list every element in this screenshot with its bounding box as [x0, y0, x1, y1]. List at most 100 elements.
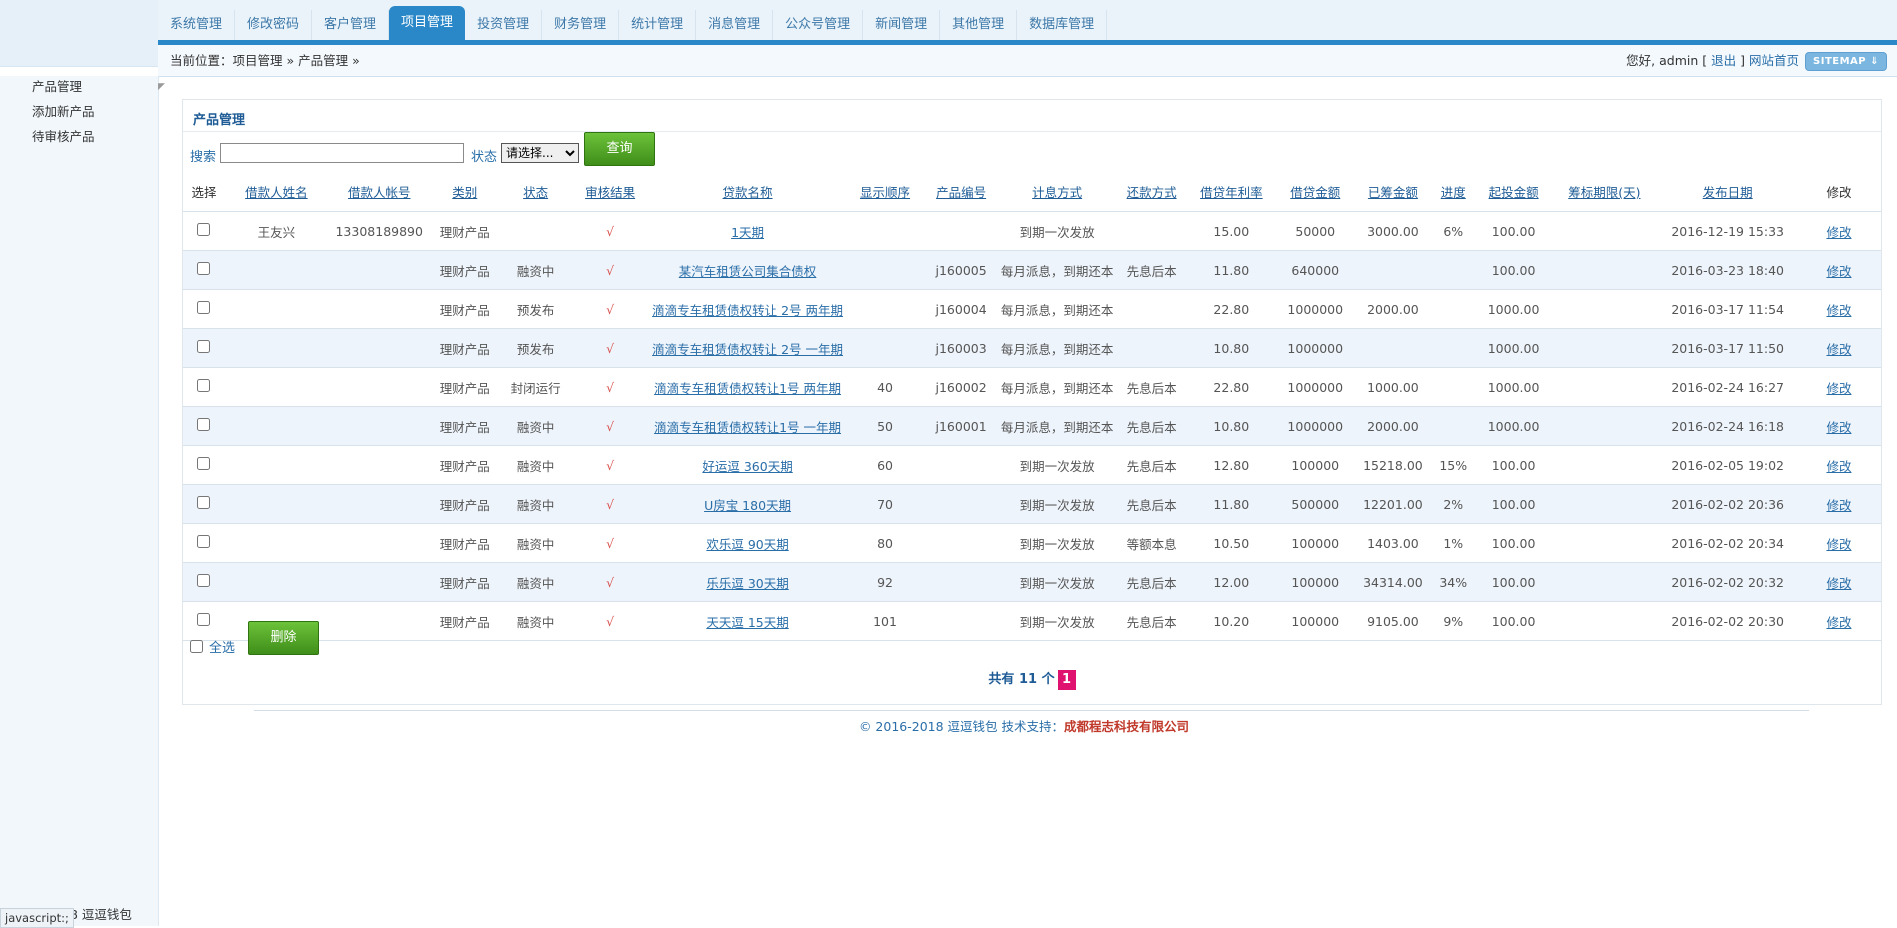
nav-item-3[interactable]: 项目管理 [389, 6, 466, 40]
column-header[interactable]: 贷款名称 [647, 172, 848, 212]
row-checkbox[interactable] [197, 613, 211, 626]
user-info: 您好, admin [ 退出 ] 网站首页 [1626, 45, 1799, 76]
nav-item-2[interactable]: 客户管理 [312, 10, 390, 40]
home-link[interactable]: 网站首页 [1749, 53, 1799, 68]
table-cell: 10.20 [1188, 601, 1275, 641]
column-header[interactable]: 起投金额 [1476, 172, 1551, 212]
column-header[interactable]: 产品编号 [922, 172, 1000, 212]
row-checkbox[interactable] [197, 574, 211, 587]
nav-item-9[interactable]: 新闻管理 [863, 10, 941, 40]
nav-item-4[interactable]: 投资管理 [465, 10, 543, 40]
edit-link[interactable]: 修改 [1826, 498, 1851, 513]
column-header[interactable]: 借贷年利率 [1188, 172, 1275, 212]
select-all[interactable]: 全选 [190, 637, 235, 656]
edit-link[interactable]: 修改 [1826, 225, 1851, 240]
sidebar-item-product-management[interactable]: 产品管理 [32, 76, 82, 95]
product-name-link[interactable]: 滴滴专车租赁债权转让1号 两年期 [654, 381, 841, 396]
nav-item-7[interactable]: 消息管理 [696, 10, 774, 40]
row-checkbox[interactable] [197, 262, 211, 275]
column-header[interactable]: 计息方式 [999, 172, 1115, 212]
table-cell [1429, 289, 1477, 329]
nav-item-6[interactable]: 统计管理 [619, 10, 697, 40]
nav-item-5[interactable]: 财务管理 [542, 10, 620, 40]
edit-link[interactable]: 修改 [1826, 342, 1851, 357]
table-cell: 100.00 [1476, 523, 1551, 563]
logout-link[interactable]: 退出 [1711, 53, 1736, 68]
row-checkbox[interactable] [197, 535, 211, 548]
edit-link[interactable]: 修改 [1826, 381, 1851, 396]
row-checkbox[interactable] [197, 340, 211, 353]
edit-link[interactable]: 修改 [1826, 264, 1851, 279]
row-checkbox[interactable] [197, 301, 211, 314]
product-name-link[interactable]: 滴滴专车租赁债权转让 2号 一年期 [652, 342, 843, 357]
nav-item-10[interactable]: 其他管理 [940, 10, 1018, 40]
product-name-cell: 滴滴专车租赁债权转让 2号 一年期 [647, 328, 848, 368]
row-checkbox[interactable] [197, 418, 211, 431]
sitemap-button[interactable]: SITEMAP ⇓ [1805, 52, 1887, 71]
table-cell: 2016-03-17 11:54 [1658, 289, 1797, 329]
product-name-link[interactable]: 天天逗 15天期 [706, 615, 788, 630]
column-header[interactable]: 筹标期限(天) [1550, 172, 1659, 212]
column-header[interactable]: 已筹金额 [1356, 172, 1430, 212]
sidebar-item-add-product[interactable]: 添加新产品 [32, 101, 95, 120]
pager: 共有 11 个1 [183, 668, 1881, 690]
product-name-link[interactable]: 某汽车租赁公司集合债权 [679, 264, 817, 279]
row-checkbox[interactable] [197, 496, 211, 509]
table-cell [224, 406, 328, 446]
row-checkbox[interactable] [197, 457, 211, 470]
table-cell [1356, 328, 1430, 368]
product-name-link[interactable]: 滴滴专车租赁债权转让1号 一年期 [654, 420, 841, 435]
review-check-mark: √ [572, 523, 648, 563]
delete-button[interactable]: 删除 [248, 621, 319, 655]
product-name-link[interactable]: 乐乐逗 30天期 [706, 576, 788, 591]
table-cell: 1403.00 [1356, 523, 1430, 563]
table-cell: 先息后本 [1114, 601, 1189, 641]
nav-item-1[interactable]: 修改密码 [235, 10, 313, 40]
table-cell: j160001 [922, 406, 1000, 446]
table-cell: 15218.00 [1356, 445, 1430, 485]
nav-item-0[interactable]: 系统管理 [158, 10, 236, 40]
column-header[interactable]: 审核结果 [572, 172, 648, 212]
product-name-link[interactable]: 滴滴专车租赁债权转让 2号 两年期 [652, 303, 843, 318]
table-cell [922, 445, 1000, 485]
column-header[interactable]: 发布日期 [1658, 172, 1797, 212]
table-cell: 融资中 [498, 601, 573, 641]
column-header[interactable]: 显示顺序 [847, 172, 923, 212]
table-cell [1550, 562, 1659, 602]
column-header[interactable]: 借款人姓名 [224, 172, 328, 212]
column-header[interactable]: 借款人帐号 [327, 172, 431, 212]
sidebar-item-pending-products[interactable]: 待审核产品 [32, 126, 95, 145]
product-name-link[interactable]: 好运逗 360天期 [702, 459, 792, 474]
column-header[interactable]: 类别 [430, 172, 499, 212]
row-checkbox[interactable] [197, 379, 211, 392]
row-checkbox[interactable] [197, 223, 211, 236]
column-header[interactable]: 借贷金额 [1274, 172, 1357, 212]
nav-item-11[interactable]: 数据库管理 [1017, 10, 1108, 40]
nav-item-8[interactable]: 公众号管理 [773, 10, 864, 40]
product-name-link[interactable]: 欢乐逗 90天期 [706, 537, 788, 552]
edit-link[interactable]: 修改 [1826, 576, 1851, 591]
edit-link[interactable]: 修改 [1826, 303, 1851, 318]
select-all-checkbox[interactable] [190, 640, 203, 653]
page-1[interactable]: 1 [1057, 669, 1076, 690]
table-cell [1550, 250, 1659, 290]
query-button[interactable]: 查询 [584, 132, 655, 166]
logo-area [0, 0, 158, 67]
edit-link[interactable]: 修改 [1826, 420, 1851, 435]
edit-link[interactable]: 修改 [1826, 459, 1851, 474]
column-header[interactable]: 状态 [498, 172, 573, 212]
edit-link[interactable]: 修改 [1826, 615, 1851, 630]
table-cell: 11.80 [1188, 250, 1275, 290]
table-cell [327, 289, 431, 329]
table-cell [922, 601, 1000, 641]
column-header[interactable]: 进度 [1429, 172, 1477, 212]
column-header[interactable]: 还款方式 [1114, 172, 1189, 212]
product-name-link[interactable]: 1天期 [731, 225, 764, 240]
status-select[interactable]: 请选择... [501, 143, 579, 163]
table-row: 理财产品 融资中 √ 欢乐逗 90天期 80 到期一次发放 等额本息 10.50 100000 1… [183, 523, 1881, 563]
table-cell: 13308189890 [327, 211, 431, 251]
product-name-link[interactable]: U房宝 180天期 [704, 498, 791, 513]
table-cell: 2000.00 [1356, 406, 1430, 446]
edit-link[interactable]: 修改 [1826, 537, 1851, 552]
search-input[interactable] [220, 143, 464, 163]
